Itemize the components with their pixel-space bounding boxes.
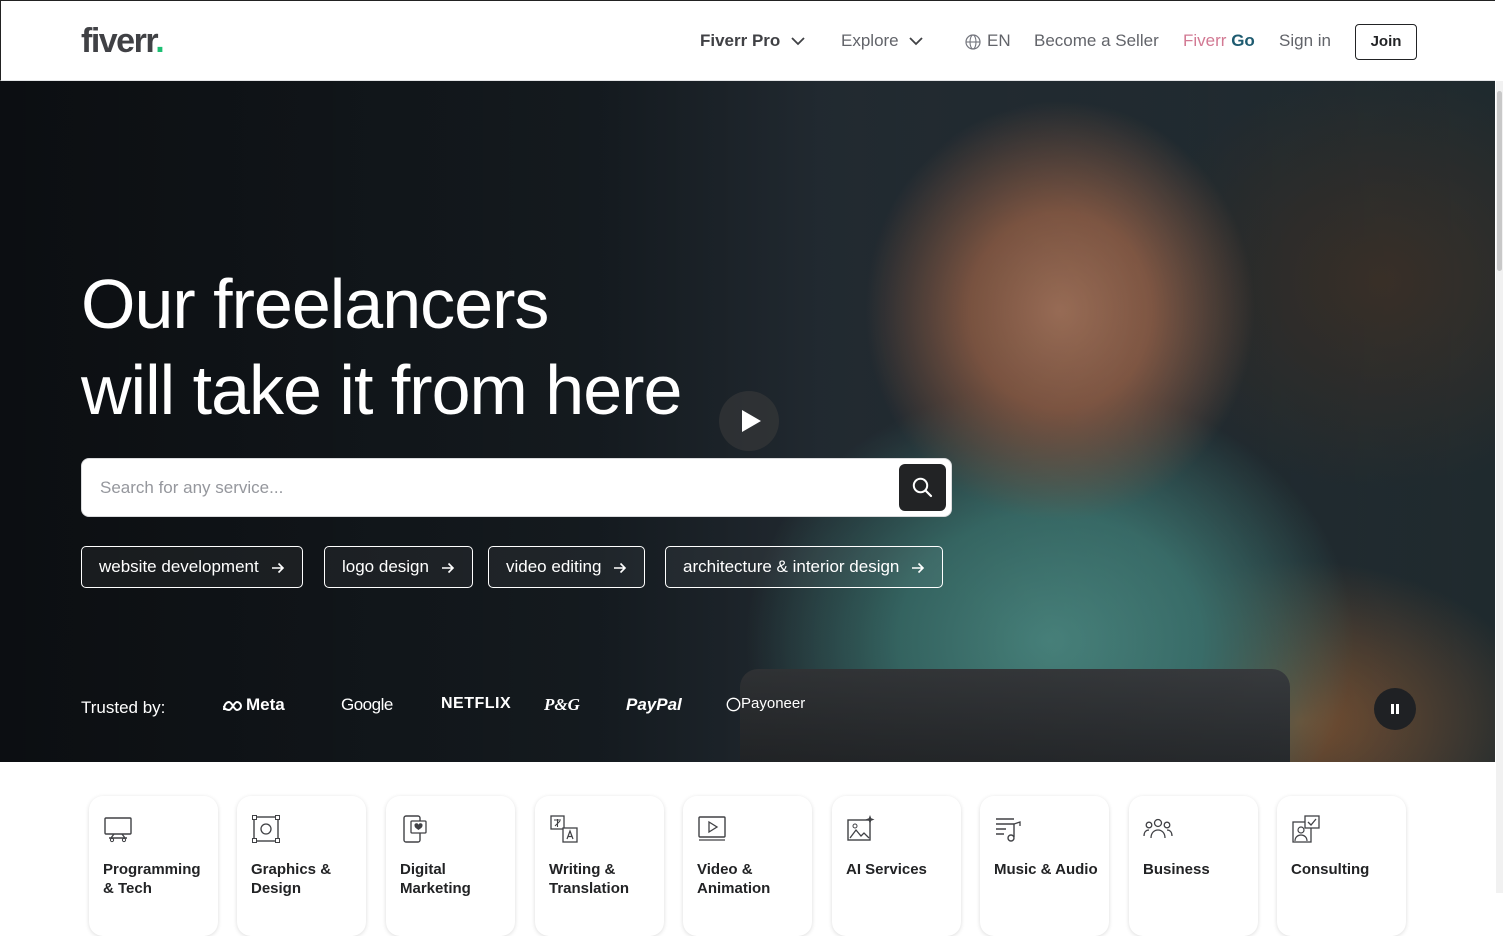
monitor-icon xyxy=(104,817,132,843)
search-input[interactable] xyxy=(98,467,882,509)
pause-icon-bar xyxy=(1396,704,1399,714)
chip-architecture-interior-design[interactable]: architecture & interior design xyxy=(665,546,944,588)
hero-headline-line2: will take it from here xyxy=(81,351,682,429)
search-icon xyxy=(912,477,933,498)
chip-label: logo design xyxy=(342,557,429,576)
category-graphics-design[interactable]: Graphics & Design xyxy=(237,796,366,936)
chip-logo-design[interactable]: logo design xyxy=(324,546,473,588)
nav-fiverr-pro[interactable]: Fiverr Pro xyxy=(700,29,805,55)
arrow-right-icon xyxy=(441,562,455,573)
pause-video-button[interactable] xyxy=(1374,688,1416,730)
chevron-down-icon xyxy=(791,37,805,46)
graphics-icon xyxy=(252,815,280,843)
search-bar xyxy=(81,458,952,517)
payoneer-logo-text: Payoneer xyxy=(741,695,806,712)
consulting-icon xyxy=(1292,815,1320,843)
category-video-animation[interactable]: Video & Animation xyxy=(683,796,812,936)
translate-icon xyxy=(550,815,578,843)
category-cards-row: Programming & Tech Graphics & Design Dig… xyxy=(0,762,1495,936)
category-business[interactable]: Business xyxy=(1129,796,1258,936)
hero-section: Our freelancers will take it from here w… xyxy=(0,81,1495,762)
hero-headline: Our freelancers will take it from here xyxy=(81,261,781,433)
nav-language[interactable]: EN xyxy=(965,29,1011,55)
category-label: Business xyxy=(1143,861,1210,878)
people-icon xyxy=(1143,818,1173,839)
chip-website-development[interactable]: website development xyxy=(81,546,303,588)
arrow-right-icon xyxy=(912,562,925,573)
nav-explore-label: Explore xyxy=(841,31,899,50)
meta-logo-text: Meta xyxy=(246,695,285,714)
nav-explore[interactable]: Explore xyxy=(841,29,924,55)
nav-fiverr-go[interactable]: Fiverr Go xyxy=(1183,29,1255,55)
chip-label: architecture & interior design xyxy=(683,557,900,576)
chip-label: video editing xyxy=(506,557,602,576)
meta-logo: Meta xyxy=(222,695,285,715)
google-logo: Google xyxy=(341,695,393,714)
ai-image-icon xyxy=(847,815,875,841)
category-label: Graphics & Design xyxy=(251,861,332,897)
category-label: Video & Animation xyxy=(697,861,771,897)
category-label: Writing & Translation xyxy=(549,861,630,897)
payoneer-ring-icon xyxy=(726,697,741,711)
chevron-down-icon xyxy=(909,37,924,46)
category-digital-marketing[interactable]: Digital Marketing xyxy=(386,796,515,936)
chip-video-editing[interactable]: video editing xyxy=(488,546,646,588)
trusted-by-label: Trusted by: xyxy=(81,698,166,717)
phone-heart-icon xyxy=(403,815,427,843)
fiverr-logo[interactable]: fiverr. xyxy=(81,21,165,61)
page-scrollbar[interactable] xyxy=(1496,81,1503,893)
nav-fiverr-pro-label: Fiverr Pro xyxy=(700,31,781,50)
hero-headline-line1: Our freelancers xyxy=(81,265,549,343)
chip-label: website development xyxy=(99,557,259,576)
top-header: fiverr. Fiverr Pro Explore EN Become a S… xyxy=(0,0,1495,81)
category-writing-translation[interactable]: Writing & Translation xyxy=(535,796,664,936)
nav-language-label: EN xyxy=(987,31,1011,50)
video-icon xyxy=(698,816,726,841)
nav-become-seller[interactable]: Become a Seller xyxy=(1034,29,1159,55)
arrow-right-icon xyxy=(271,562,284,573)
category-ai-services[interactable]: AI Services xyxy=(832,796,961,936)
join-button[interactable]: Join xyxy=(1355,24,1417,60)
category-label: Programming & Tech xyxy=(103,861,201,897)
category-label: Music & Audio xyxy=(994,861,1098,878)
play-video-button[interactable] xyxy=(719,391,779,451)
arrow-right-icon xyxy=(614,562,627,573)
paypal-logo: PayPal xyxy=(626,695,682,714)
nav-sign-in[interactable]: Sign in xyxy=(1279,29,1331,55)
category-consulting[interactable]: Consulting xyxy=(1277,796,1406,936)
scrollbar-thumb[interactable] xyxy=(1497,91,1502,271)
category-label: Digital Marketing xyxy=(400,861,471,897)
category-label: AI Services xyxy=(846,861,927,878)
netflix-logo: NETFLIX xyxy=(441,695,512,712)
fiverr-go-part1: Fiverr xyxy=(1183,31,1227,50)
music-icon xyxy=(996,818,1021,842)
pause-icon-bar xyxy=(1391,704,1394,714)
play-icon xyxy=(742,410,761,432)
category-label: Consulting xyxy=(1291,861,1370,878)
meta-infinity-icon xyxy=(223,700,243,711)
payoneer-logo: Payoneer xyxy=(726,695,805,712)
fiverr-go-part2: Go xyxy=(1231,31,1255,50)
pg-logo: P&G xyxy=(544,695,580,714)
globe-icon xyxy=(965,33,981,50)
category-music-audio[interactable]: Music & Audio xyxy=(980,796,1109,936)
search-button[interactable] xyxy=(899,464,946,511)
category-programming-tech[interactable]: Programming & Tech xyxy=(89,796,218,936)
